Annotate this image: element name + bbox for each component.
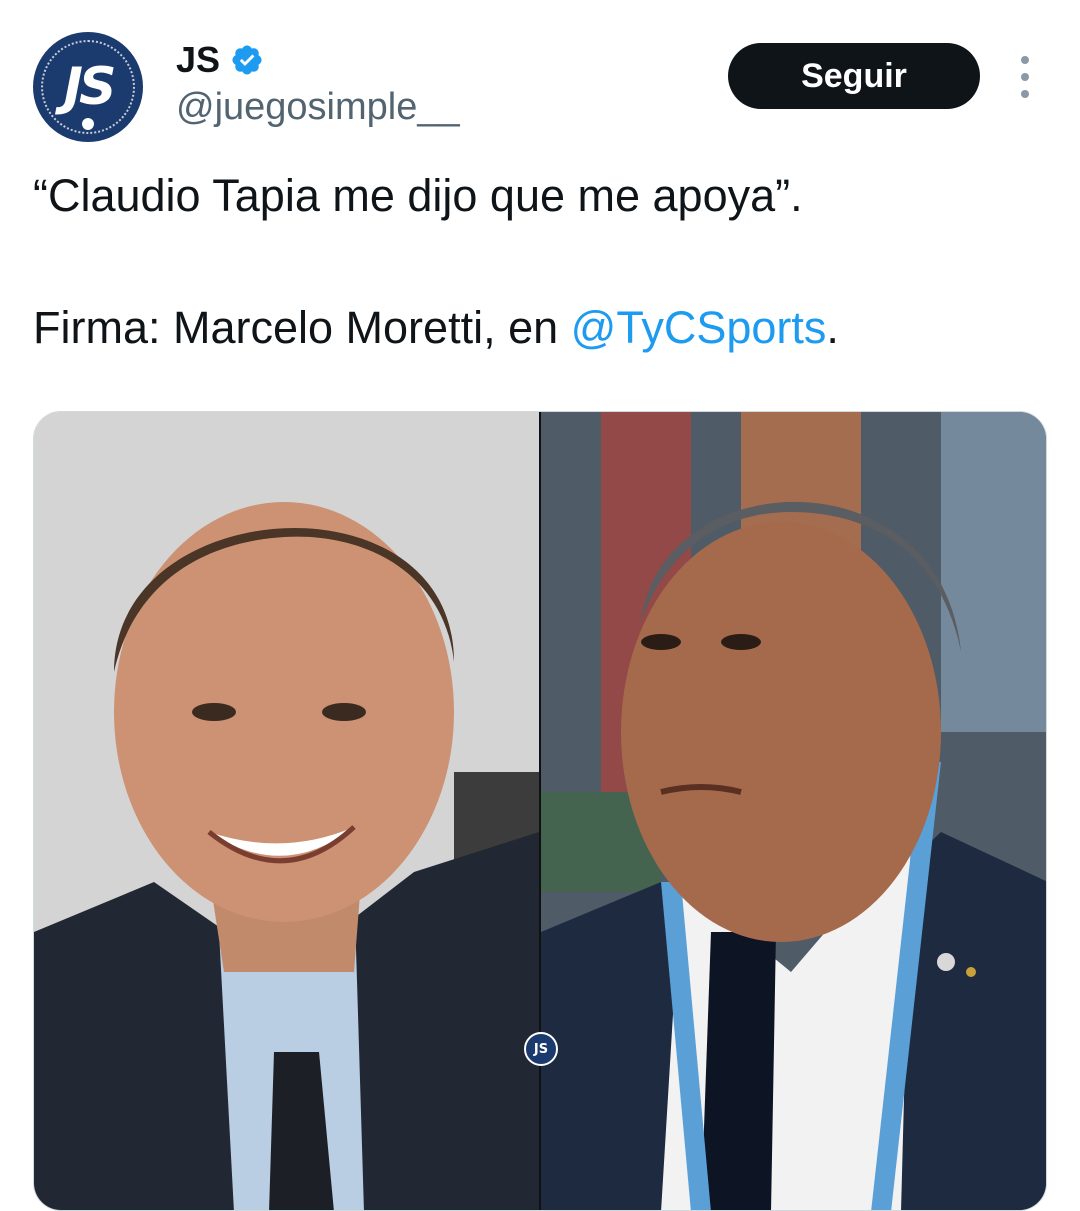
follow-button[interactable]: Seguir [728, 43, 980, 109]
mention-link[interactable]: @TyCSports [571, 302, 827, 353]
more-dot [1021, 73, 1029, 81]
tweet-text-line1: “Claudio Tapia me dijo que me apoya”. [33, 170, 803, 221]
more-dot [1021, 56, 1029, 64]
author-name-row: JS [176, 38, 264, 82]
author-display-name[interactable]: JS [176, 39, 220, 81]
portrait-smiling-man [34, 412, 539, 1210]
photo-left[interactable] [34, 412, 539, 1210]
verified-badge-icon [232, 45, 262, 75]
portrait-serious-man [541, 412, 1046, 1210]
more-dot [1021, 90, 1029, 98]
tweet-text-suffix: . [826, 302, 839, 353]
soccer-ball-icon [82, 118, 94, 130]
avatar[interactable]: JS [33, 32, 143, 142]
media-watermark-logo: JS [524, 1032, 558, 1066]
photo-right[interactable] [541, 412, 1046, 1210]
avatar-monogram: JS [63, 57, 117, 117]
tweet-text-prefix: Firma: Marcelo Moretti, en [33, 302, 571, 353]
more-vertical-icon[interactable] [1010, 56, 1040, 98]
tweet-text-line2: Firma: Marcelo Moretti, en @TyCSports. [33, 302, 839, 354]
tweet-media[interactable]: JS [33, 411, 1047, 1211]
author-handle[interactable]: @juegosimple__ [176, 86, 460, 129]
